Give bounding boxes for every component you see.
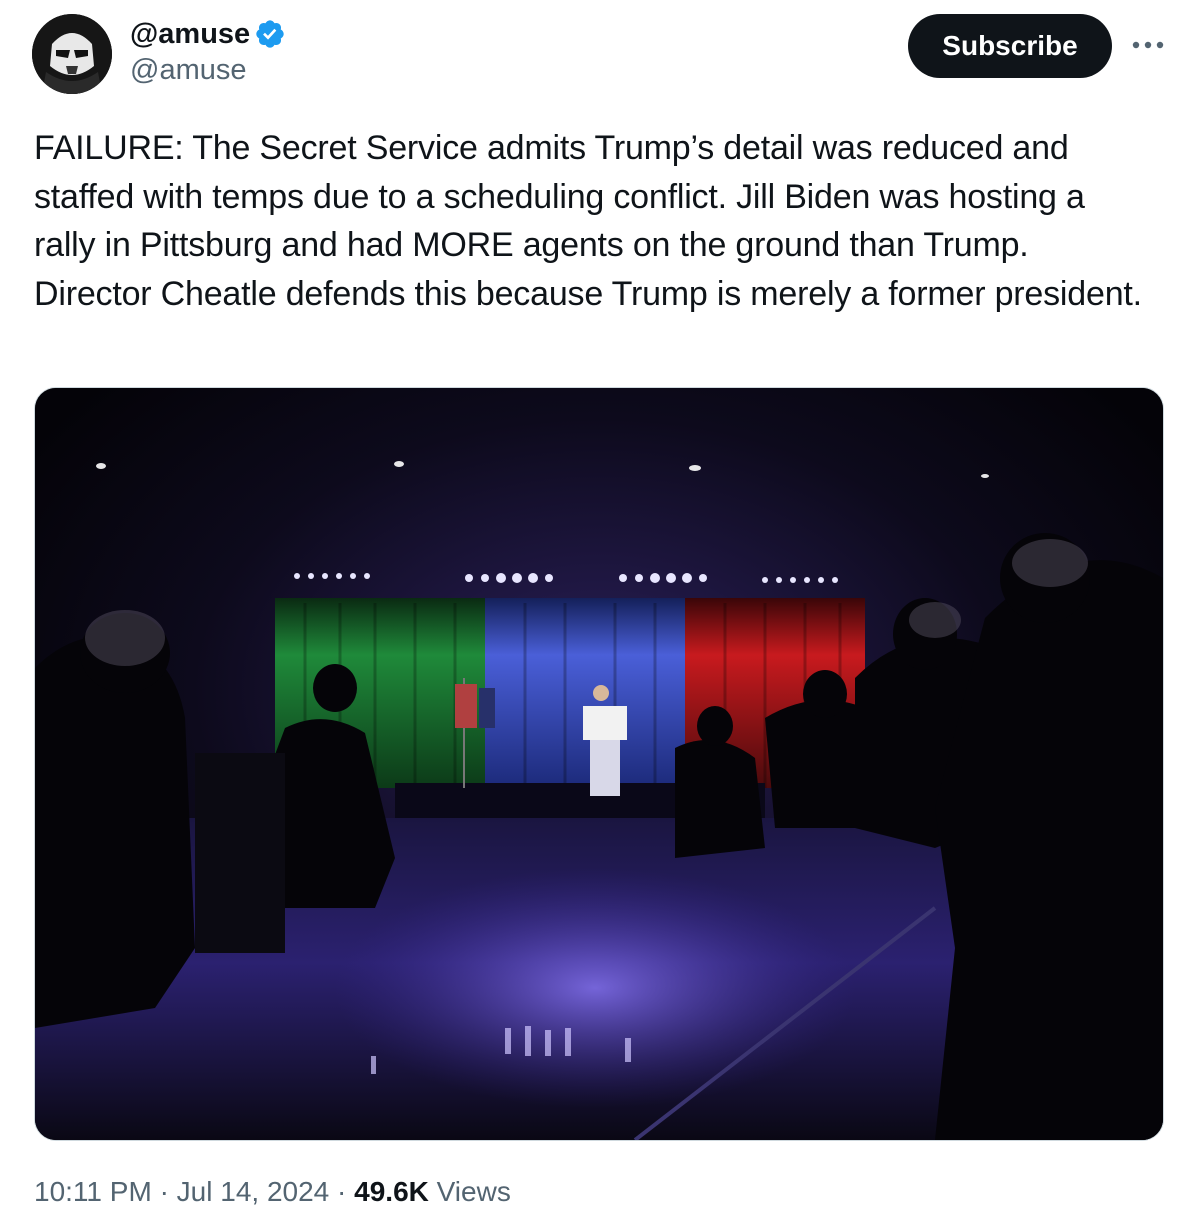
tweet-metadata: 10:11 PM · Jul 14, 2024 · 49.6K Views: [34, 1176, 511, 1208]
more-options-icon[interactable]: [1128, 30, 1168, 60]
tweet-photo[interactable]: [34, 387, 1164, 1141]
author-names: @amuse @amuse: [130, 16, 286, 87]
views-count[interactable]: 49.6K: [354, 1176, 429, 1207]
tweet-header: @amuse @amuse Subscribe: [0, 0, 1184, 110]
meta-separator: ·: [159, 1176, 169, 1207]
author-handle[interactable]: @amuse: [130, 54, 286, 87]
tweet-date[interactable]: Jul 14, 2024: [177, 1176, 330, 1207]
event-stage-photo: [35, 388, 1163, 1140]
subscribe-button[interactable]: Subscribe: [908, 14, 1112, 78]
author-display-name[interactable]: @amuse: [130, 18, 250, 51]
stormtrooper-avatar-icon: [32, 14, 112, 94]
verified-badge-icon[interactable]: [254, 18, 286, 50]
avatar[interactable]: [32, 14, 112, 94]
meta-separator: ·: [337, 1176, 347, 1207]
views-label: Views: [436, 1176, 511, 1207]
tweet-text: FAILURE: The Secret Service admits Trump…: [34, 129, 1142, 313]
tweet-time[interactable]: 10:11 PM: [34, 1176, 152, 1207]
